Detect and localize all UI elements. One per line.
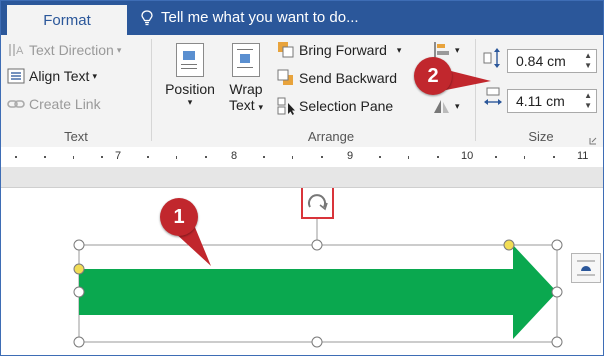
ruler-mark (321, 156, 323, 158)
position-dropdown-icon: ▾ (187, 97, 193, 107)
ruler-mark (379, 156, 381, 158)
ruler-mark (437, 156, 439, 158)
resize-handle[interactable] (551, 336, 563, 348)
green-arrow-shape[interactable] (79, 245, 557, 339)
link-icon (7, 95, 25, 113)
ruler-mark (408, 156, 409, 159)
selection-pane-label: Selection Pane (299, 98, 394, 114)
ruler-label: 10 (461, 150, 474, 162)
ruler-mark (524, 156, 525, 159)
resize-handle[interactable] (551, 286, 563, 298)
width-spinner-arrows[interactable]: ▲ ▼ (584, 91, 592, 111)
wrap-text-label-2: Text ▾ (223, 97, 269, 113)
position-label: Position (165, 81, 215, 97)
size-dialog-launcher-icon[interactable] (589, 132, 597, 145)
wrap-text-label-1: Wrap (229, 81, 263, 97)
ruler-label: 11 (577, 150, 589, 162)
selection-pane-button[interactable]: Selection Pane (277, 97, 393, 115)
adjustment-handle[interactable] (73, 263, 85, 275)
text-group-title: Text (64, 129, 88, 144)
send-backward-button[interactable]: Send Backward (277, 69, 397, 87)
wrap-text-label-2-text: Text (228, 97, 255, 113)
ruler-label: 8 (231, 150, 238, 162)
send-backward-label: Send Backward (299, 70, 398, 86)
bring-forward-label: Bring Forward (299, 42, 387, 58)
ruler-mark (147, 156, 149, 158)
rotation-handle[interactable] (301, 186, 334, 219)
resize-handle[interactable] (73, 336, 85, 348)
lightbulb-icon (141, 9, 153, 25)
bring-forward-icon (277, 41, 295, 59)
ruler-mark (15, 156, 17, 158)
shape-width-spinner[interactable]: 4.11 cm ▲ ▼ (507, 89, 597, 113)
ruler-mark (101, 156, 103, 158)
ribbon: A Text Direction ▾ Align Text ▾ Create L… (1, 35, 603, 148)
size-group-title: Size (528, 129, 554, 144)
layout-options-button[interactable] (571, 253, 601, 283)
resize-handle[interactable] (311, 336, 323, 348)
position-icon (176, 43, 204, 77)
ribbon-tab-bar: Format Tell me what you want to do... (1, 1, 603, 35)
rotation-highlight-box (301, 186, 334, 219)
resize-handle[interactable] (73, 286, 85, 298)
height-spinner-arrows[interactable]: ▲ ▼ (584, 51, 592, 71)
document-margin-strip (1, 167, 603, 188)
ruler-mark (73, 156, 74, 159)
align-text-button[interactable]: Align Text ▾ (7, 67, 97, 85)
adjustment-handle[interactable] (503, 239, 515, 251)
arrange-group-title: Arrange (307, 129, 355, 144)
text-direction-dropdown-icon: ▾ (116, 44, 122, 55)
wrap-text-button[interactable]: Wrap Text ▾ (223, 43, 269, 113)
resize-handle[interactable] (73, 239, 85, 251)
text-direction-button[interactable]: A Text Direction ▾ (7, 41, 121, 59)
wrap-text-dropdown-icon: ▾ (258, 102, 264, 112)
tab-format[interactable]: Format (7, 5, 127, 35)
bring-forward-button[interactable]: Bring Forward ▾ (277, 41, 401, 59)
ruler-label: 7 (115, 150, 122, 162)
align-text-dropdown-icon: ▾ (92, 70, 97, 81)
ruler-mark (44, 156, 46, 158)
rotate-objects-dropdown-icon: ▾ (455, 100, 460, 111)
selection-pane-icon (277, 97, 295, 115)
resize-handle[interactable] (311, 239, 323, 251)
tell-me-box[interactable]: Tell me what you want to do... (141, 9, 359, 26)
horizontal-ruler: 7 8 9 10 11 (1, 147, 603, 167)
align-text-icon (7, 67, 25, 85)
app-frame: Format Tell me what you want to do... A … (0, 0, 604, 356)
ruler-mark (553, 156, 555, 158)
ruler-mark (495, 156, 497, 158)
position-button[interactable]: Position ▾ (159, 43, 221, 108)
tell-me-text: Tell me what you want to do... (161, 9, 359, 26)
resize-handle[interactable] (551, 239, 563, 251)
text-direction-label: Text Direction (29, 42, 114, 58)
bring-forward-dropdown-icon: ▾ (396, 44, 402, 55)
ruler-mark (292, 156, 293, 159)
ruler-mark (205, 156, 207, 158)
group-divider (151, 39, 152, 141)
shape-height-value: 0.84 cm (516, 53, 566, 69)
ruler-mark (263, 156, 265, 158)
wrap-text-icon (232, 43, 260, 77)
ruler-label: 9 (347, 150, 354, 162)
align-text-label: Align Text (29, 68, 90, 84)
shape-height-spinner[interactable]: 0.84 cm ▲ ▼ (507, 49, 597, 73)
shape-width-value: 4.11 cm (516, 93, 565, 109)
layout-options-icon (577, 260, 595, 276)
callout-1: 1 (160, 198, 198, 236)
svg-text:A: A (16, 45, 24, 57)
create-link-button[interactable]: Create Link (7, 95, 101, 113)
text-direction-icon: A (7, 41, 25, 59)
create-link-label: Create Link (29, 96, 101, 112)
send-backward-icon (277, 69, 295, 87)
shape-selection-layer (73, 186, 563, 348)
document-canvas: 1 (1, 186, 603, 355)
ruler-mark (176, 156, 177, 159)
callout-2: 2 (414, 57, 452, 95)
